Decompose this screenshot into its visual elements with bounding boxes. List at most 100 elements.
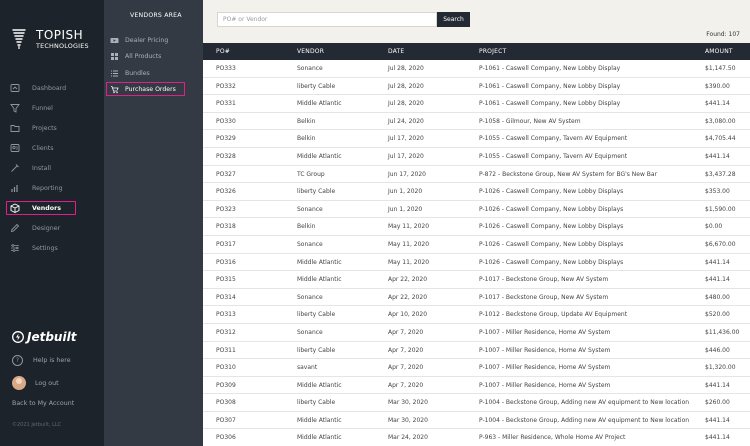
table-row[interactable]: PO331 Middle Atlantic Jul 28, 2020 P-1061 -… [203,95,750,113]
nav-item-funnel[interactable]: Funnel [10,101,94,115]
column-header-project[interactable]: PROJECT [479,43,506,60]
table-row[interactable]: PO313 liberty Cable Apr 10, 2020 P-1012 - B… [203,306,750,324]
install-icon [10,163,20,173]
vendor-cell: Middle Atlantic [297,416,342,424]
table-row[interactable]: PO312 Sonance Apr 7, 2020 P-1007 - Miller R… [203,323,750,342]
logout-link[interactable]: Log out [12,376,59,390]
table-row[interactable]: PO315 Middle Atlantic Apr 22, 2020 P-1017 -… [203,271,750,289]
table-row[interactable]: PO323 Sonance Jun 1, 2020 P-1026 - Caswell … [203,200,750,219]
project-cell: P-1061 - Caswell Company, New Lobby Disp… [479,65,621,72]
vendor-cell: Middle Atlantic [297,434,342,442]
date-cell: Jul 24, 2020 [388,117,424,125]
subnav-item-purchase-orders[interactable]: Purchase Orders [106,82,185,96]
vendor-cell: liberty Cable [297,188,336,196]
project-cell: P-1012 - Beckstone Group, Update AV Equi… [479,311,628,319]
tornado-logo-icon [12,29,26,49]
table-row[interactable]: PO314 Sonance Apr 22, 2020 P-1017 - Becksto… [203,288,750,307]
table-row[interactable]: PO327 TC Group Jun 17, 2020 P-872 - Becksto… [203,165,750,184]
table-row[interactable]: PO328 Middle Atlantic Jul 17, 2020 P-1055 -… [203,147,750,166]
subnav-item-dealer-pricing[interactable]: Dealer Pricing [110,34,197,46]
table-row[interactable]: PO317 Sonance May 11, 2020 P-1026 - Caswell… [203,235,750,254]
project-cell: P-1061 - Caswell Company, New Lobby Disp… [479,82,621,90]
subnav-item-all-products[interactable]: All Products [110,50,197,62]
column-header-date[interactable]: DATE [388,43,404,60]
nav-item-reporting[interactable]: Reporting [10,181,94,195]
column-header-amount[interactable]: AMOUNT [705,43,733,60]
nav-item-projects[interactable]: Projects [10,121,94,135]
search-button[interactable]: Search [437,12,470,27]
table-row[interactable]: PO306 Middle Atlantic Mar 24, 2020 P-963 - … [203,429,750,446]
nav-label: Vendors [32,204,61,212]
table-row[interactable]: PO310 savant Apr 7, 2020 P-1007 - Miller Re… [203,359,750,377]
amount-cell: $441.14 [705,434,730,442]
date-cell: Apr 7, 2020 [388,346,424,354]
date-cell: Jul 28, 2020 [388,82,424,90]
po-number-cell: PO315 [216,276,236,284]
date-cell: Jun 1, 2020 [388,188,423,196]
table-row[interactable]: PO311 liberty Cable Apr 7, 2020 P-1007 - Mi… [203,341,750,360]
jetbuilt-wordmark: Jetbuilt [27,330,77,344]
table-row[interactable]: PO316 Middle Atlantic May 11, 2020 P-1026 -… [203,253,750,272]
po-number-cell: PO318 [216,223,236,231]
project-cell: P-1058 - Gilmour, New AV System [479,117,581,125]
vendor-cell: Middle Atlantic [297,152,342,160]
nav-item-install[interactable]: Install [10,161,94,175]
subnav-item-bundles[interactable]: Bundles [110,67,197,79]
date-cell: Apr 22, 2020 [388,276,428,284]
amount-cell: $441.14 [705,416,730,424]
help-label: Help is here [33,357,71,364]
subnav-title: VENDORS AREA [130,12,182,19]
column-header-po[interactable]: PO# [216,43,230,60]
po-number-cell: PO326 [216,188,236,196]
date-cell: Apr 7, 2020 [388,381,424,389]
nav-item-clients[interactable]: Clients [10,141,94,155]
table-row[interactable]: PO307 Middle Atlantic Mar 30, 2020 P-1004 -… [203,411,750,430]
amount-cell: $11,436.00 [705,328,740,336]
subnav-label: Dealer Pricing [125,36,169,44]
amount-cell: $441.14 [705,152,730,160]
help-link[interactable]: ? Help is here [12,355,71,366]
main-content: Search Found: 107 PO# VENDOR DATE PROJEC… [203,0,750,446]
vendor-cell: liberty Cable [297,399,336,407]
grid-icon [110,52,119,61]
subnav-label: Bundles [125,69,150,77]
table-row[interactable]: PO309 Middle Atlantic Apr 7, 2020 P-1007 - … [203,376,750,395]
nav-label: Funnel [32,104,53,112]
project-cell: P-1004 - Beckstone Group, Adding new AV … [479,416,690,424]
vendor-cell: Sonance [297,205,323,213]
table-row[interactable]: PO329 Belkin Jul 17, 2020 P-1055 - Caswell … [203,130,750,148]
table-header: PO# VENDOR DATE PROJECT AMOUNT [203,43,750,60]
back-to-account-link[interactable]: Back to My Account [12,400,74,407]
table-row[interactable]: PO333 Sonance Jul 28, 2020 P-1061 - Caswell… [203,60,750,78]
table-row[interactable]: PO326 liberty Cable Jun 1, 2020 P-1026 - Ca… [203,183,750,201]
nav-item-vendors[interactable]: Vendors [6,201,76,215]
dashboard-icon [10,83,20,93]
nav-item-settings[interactable]: Settings [10,241,94,255]
table-row[interactable]: PO308 liberty Cable Mar 30, 2020 P-1004 - B… [203,394,750,412]
clients-icon [10,143,20,153]
po-number-cell: PO308 [216,399,236,407]
date-cell: Apr 10, 2020 [388,311,428,319]
table-row[interactable]: PO332 liberty Cable Jul 28, 2020 P-1061 - C… [203,77,750,96]
company-logo[interactable]: TOPISH TECHNOLOGIES [12,27,94,53]
amount-cell: $520.00 [705,311,730,319]
po-number-cell: PO328 [216,152,236,160]
project-cell: P-1017 - Beckstone Group, New AV System [479,276,609,284]
date-cell: Mar 30, 2020 [388,416,428,424]
amount-cell: $441.14 [705,381,730,389]
search-input[interactable] [217,12,437,27]
column-header-vendor[interactable]: VENDOR [297,43,324,60]
project-cell: P-1055 - Caswell Company, Tavern AV Equi… [479,135,628,143]
vendor-cell: Middle Atlantic [297,100,342,108]
nav-label: Reporting [32,184,63,192]
nav-item-designer[interactable]: Designer [10,221,94,235]
jetbuilt-logo[interactable]: Jetbuilt [12,330,76,344]
vendors-subnav: VENDORS AREA Dealer Pricing All Products… [104,0,203,446]
table-row[interactable]: PO318 Belkin May 11, 2020 P-1026 - Caswell … [203,218,750,236]
project-cell: P-1007 - Miller Residence, Home AV Syste… [479,381,611,389]
amount-cell: $353.00 [705,188,730,196]
date-cell: May 11, 2020 [388,258,430,266]
nav-item-dashboard[interactable]: Dashboard [10,81,94,95]
amount-cell: $390.00 [705,82,730,90]
table-row[interactable]: PO330 Belkin Jul 24, 2020 P-1058 - Gilmour,… [203,112,750,131]
